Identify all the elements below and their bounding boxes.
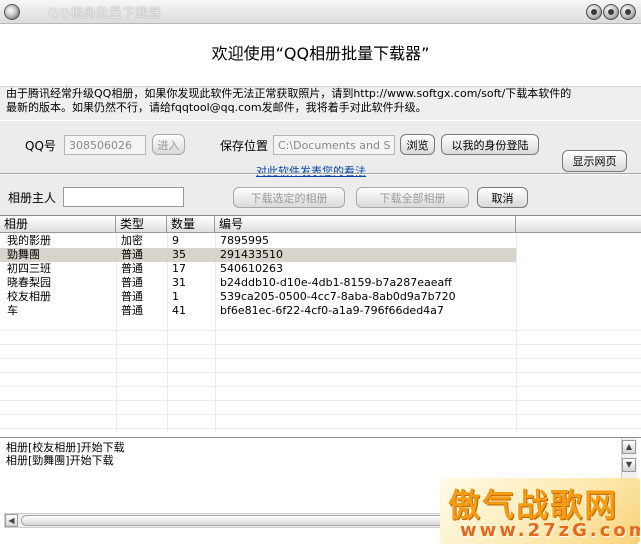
album-count: 9 (172, 234, 179, 247)
info-notice: 由于腾讯经常升级QQ相册，如果你发现此软件无法正常获取照片，请到http://w… (0, 86, 641, 120)
album-id: 7895995 (220, 234, 269, 247)
album-type: 普通 (121, 262, 143, 275)
table-row[interactable]: 校友相册 普通 1 539ca205-0500-4cc7-8aba-8ab0d9… (0, 290, 516, 304)
album-name: 勁舞團 (7, 248, 40, 261)
album-name: 校友相册 (7, 290, 51, 303)
log-line: 相册[校友相册]开始下载 (6, 441, 125, 454)
album-count: 1 (172, 290, 179, 303)
download-all-button[interactable]: 下载全部相册 (356, 187, 469, 208)
browse-button[interactable]: 浏览 (400, 134, 435, 155)
site-watermark: 傲气战歌网 www.27zG.com (440, 478, 640, 544)
album-count: 31 (172, 276, 186, 289)
feedback-link[interactable]: 对此软件发表您的看法 (256, 163, 366, 179)
grid-line (0, 358, 641, 359)
login-as-me-button[interactable]: 以我的身份登陆 (441, 134, 539, 155)
column-header-type[interactable]: 类型 (116, 216, 167, 233)
album-type: 普通 (121, 248, 143, 261)
qq-number-input[interactable] (64, 135, 146, 155)
album-type: 普通 (121, 304, 143, 317)
album-id: b24ddb10-d10e-4db1-8159-b7a287eaeaff (220, 276, 452, 289)
album-id: 539ca205-0500-4cc7-8aba-8ab0d9a7b720 (220, 290, 456, 303)
watermark-url: www.27zG.com (460, 520, 640, 541)
close-icon[interactable] (620, 4, 636, 20)
show-web-page-button[interactable]: 显示网页 (562, 150, 627, 172)
column-header-album[interactable]: 相册 (0, 216, 116, 233)
table-row[interactable]: 初四三班 普通 17 540610263 (0, 262, 516, 276)
save-location-label: 保存位置 (220, 139, 269, 153)
album-count: 17 (172, 262, 186, 275)
table-row[interactable]: 车 普通 41 bf6e81ec-6f22-4cf0-a1a9-796f66de… (0, 304, 516, 318)
scroll-down-icon[interactable]: ▼ (622, 458, 636, 472)
table-row[interactable]: 晓春梨园 普通 31 b24ddb10-d10e-4db1-8159-b7a28… (0, 276, 516, 290)
table-row-selected[interactable]: 勁舞團 普通 35 291433510 (0, 248, 516, 262)
album-owner-input[interactable] (63, 187, 184, 207)
welcome-heading: 欢迎使用“QQ相册批量下载器” (211, 44, 430, 63)
enter-button[interactable]: 进入 (152, 134, 185, 155)
table-header: 相册 类型 数量 编号 (0, 216, 641, 233)
options-panel: QQ号 进入 保存位置 浏览 以我的身份登陆 显示网页 对此软件发表您的看法 相… (0, 121, 641, 215)
scroll-left-icon[interactable]: ◀ (5, 514, 18, 527)
save-path-input[interactable] (273, 135, 395, 155)
album-type: 普通 (121, 290, 143, 303)
qq-label: QQ号 (25, 139, 56, 153)
scroll-up-icon[interactable]: ▲ (622, 440, 636, 454)
cancel-button[interactable]: 取消 (477, 187, 528, 208)
grid-line (0, 428, 641, 429)
title-bar[interactable]: QQ相册批量下载器 (0, 0, 641, 24)
album-name: 我的影册 (7, 234, 51, 247)
download-selected-button[interactable]: 下载选定的相册 (233, 187, 345, 208)
table-body: 我的影册 加密 9 7895995 勁舞團 普通 35 291433510 初四… (0, 234, 641, 318)
maximize-icon[interactable] (603, 4, 619, 20)
grid-line (0, 386, 641, 387)
table-row[interactable]: 我的影册 加密 9 7895995 (0, 234, 516, 248)
grid-line (0, 414, 641, 415)
window-title: QQ相册批量下载器 (48, 6, 162, 20)
column-header-id[interactable]: 编号 (215, 216, 516, 233)
grid-line (0, 372, 641, 373)
grid-line (0, 400, 641, 401)
album-count: 35 (172, 248, 186, 261)
grid-line (0, 330, 641, 331)
minimize-icon[interactable] (586, 4, 602, 20)
album-id: 291433510 (220, 248, 283, 261)
album-count: 41 (172, 304, 186, 317)
album-id: bf6e81ec-6f22-4cf0-a1a9-796f66ded4a7 (220, 304, 444, 317)
grid-line (0, 344, 641, 345)
album-name: 车 (7, 304, 18, 317)
info-line-2: 最新的版本。如果仍然不行，请给fqqtool@qq.com发邮件，我将着手对此软… (6, 101, 427, 114)
info-line-1: 由于腾讯经常升级QQ相册，如果你发现此软件无法正常获取照片，请到http://w… (6, 87, 572, 100)
album-type: 普通 (121, 276, 143, 289)
album-id: 540610263 (220, 262, 283, 275)
album-type: 加密 (121, 234, 143, 247)
album-owner-label: 相册主人 (8, 191, 57, 205)
app-eye-icon (4, 4, 20, 20)
column-header-count[interactable]: 数量 (167, 216, 215, 233)
form-divider (0, 173, 641, 175)
album-name: 初四三班 (7, 262, 51, 275)
log-line: 相册[勁舞團]开始下载 (6, 454, 114, 467)
album-table[interactable]: 相册 类型 数量 编号 我的影册 加密 9 7895995 勁舞團 普通 35 … (0, 215, 641, 432)
album-name: 晓春梨园 (7, 276, 51, 289)
